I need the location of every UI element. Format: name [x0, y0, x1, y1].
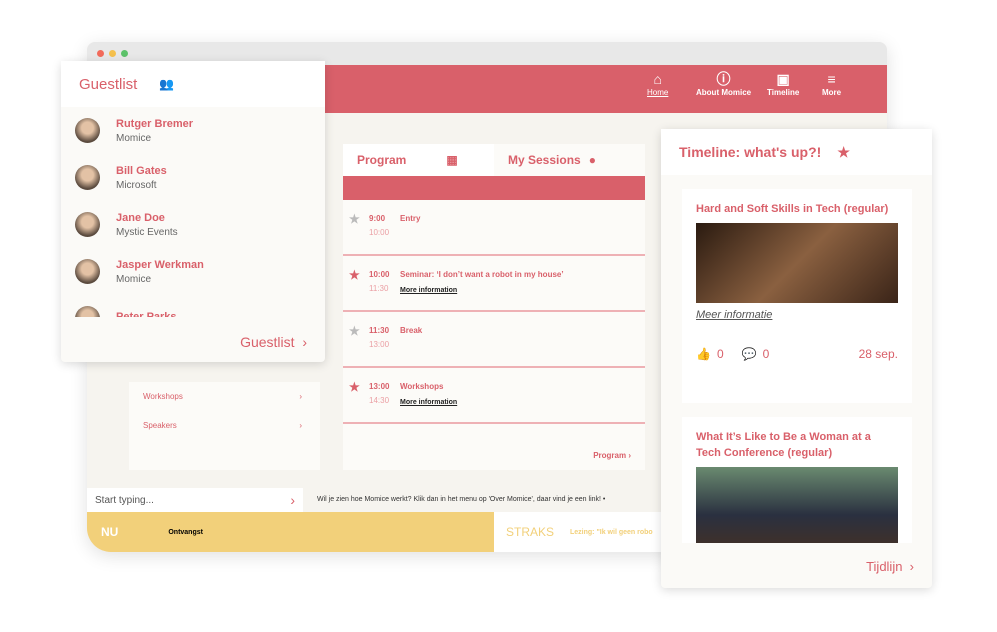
- avatar: [75, 118, 100, 143]
- home-icon: ⌂: [653, 71, 662, 87]
- day-bar: [343, 176, 645, 200]
- maximize-dot[interactable]: [121, 50, 128, 57]
- chevron-right-icon: ›: [299, 392, 302, 401]
- guestlist-title: Guestlist: [79, 75, 138, 93]
- session-row[interactable]: ★ 10:00 11:30 Seminar: ‘I don’t want a r…: [343, 256, 645, 312]
- guestlist-link[interactable]: Guestlist ›: [240, 334, 307, 350]
- menu-icon: ≡: [827, 71, 836, 87]
- more-information-link[interactable]: More information: [400, 287, 457, 294]
- program-panel: Program ▦ My Sessions ● ★ 9:00 10:00 Entry…: [343, 144, 645, 470]
- post-image: [696, 223, 898, 303]
- side-menu: Workshops › Speakers ›: [129, 382, 320, 470]
- timeline-post[interactable]: Hard and Soft Skills in Tech (regular) M…: [682, 189, 912, 403]
- tab-program[interactable]: Program ▦: [343, 144, 494, 176]
- guest-item[interactable]: Peter Parks: [61, 295, 325, 317]
- side-item-speakers[interactable]: Speakers ›: [129, 411, 320, 440]
- calendar-icon: ▦: [446, 153, 458, 167]
- now-text: Ontvangst: [168, 528, 203, 536]
- now-label: NU: [101, 525, 119, 539]
- avatar: [75, 212, 100, 237]
- star-icon[interactable]: ★: [349, 380, 360, 394]
- search-input[interactable]: Start typing... ›: [87, 488, 303, 512]
- star-icon[interactable]: ★: [349, 324, 360, 338]
- info-icon: ⓘ: [716, 71, 731, 87]
- avatar: [75, 165, 100, 190]
- guestlist-card: Guestlist 👥 Rutger Bremer Momice Bill Gates…: [61, 61, 325, 362]
- user-icon: ●: [588, 153, 596, 167]
- close-dot[interactable]: [97, 50, 104, 57]
- star-icon[interactable]: ★: [349, 212, 360, 226]
- tab-my-sessions[interactable]: My Sessions ●: [494, 144, 645, 176]
- nav-timeline[interactable]: ▣ Timeline: [767, 70, 799, 97]
- avatar: [75, 259, 100, 284]
- tv-icon: ▣: [776, 71, 790, 87]
- guest-item[interactable]: Jane Doe Mystic Events: [61, 201, 325, 248]
- users-icon: 👥: [159, 77, 175, 91]
- post-date: 28 sep.: [858, 347, 898, 361]
- nav-more[interactable]: ≡ More: [822, 70, 841, 97]
- comment-icon[interactable]: 💬: [742, 347, 757, 361]
- session-row[interactable]: ★ 9:00 10:00 Entry: [343, 200, 645, 256]
- program-link[interactable]: Program ›: [593, 451, 631, 460]
- avatar: [75, 306, 100, 317]
- side-item-workshops[interactable]: Workshops ›: [129, 382, 320, 411]
- timeline-title: Timeline: what's up?!: [679, 144, 822, 160]
- guest-item[interactable]: Jasper Werkman Momice: [61, 248, 325, 295]
- chevron-right-icon: ›: [299, 421, 302, 430]
- timeline-link[interactable]: Tijdlijn ›: [866, 559, 914, 574]
- more-info-link[interactable]: Meer informatie: [696, 309, 898, 321]
- guest-item[interactable]: Rutger Bremer Momice: [61, 107, 325, 154]
- timeline-card: Timeline: what's up?! ★ Hard and Soft Ski…: [661, 129, 932, 588]
- minimize-dot[interactable]: [109, 50, 116, 57]
- session-row[interactable]: ★ 11:30 13:00 Break: [343, 312, 645, 368]
- nav-about[interactable]: ⓘ About Momice: [696, 70, 751, 97]
- like-icon[interactable]: 👍: [696, 347, 711, 361]
- send-icon[interactable]: ›: [290, 492, 295, 508]
- timeline-post[interactable]: What It’s Like to Be a Woman at a Tech C…: [682, 417, 912, 543]
- now-bar: NU Ontvangst: [87, 512, 494, 552]
- nav-home[interactable]: ⌂ Home: [647, 70, 668, 97]
- star-icon: ★: [837, 143, 850, 160]
- star-icon[interactable]: ★: [349, 268, 360, 282]
- guest-item[interactable]: Bill Gates Microsoft: [61, 154, 325, 201]
- post-image: [696, 467, 898, 543]
- more-information-link[interactable]: More information: [400, 399, 457, 406]
- session-row[interactable]: ★ 13:00 14:30 Workshops More information: [343, 368, 645, 424]
- news-ticker: Wil je zien hoe Momice werkt? Klik dan i…: [317, 496, 606, 503]
